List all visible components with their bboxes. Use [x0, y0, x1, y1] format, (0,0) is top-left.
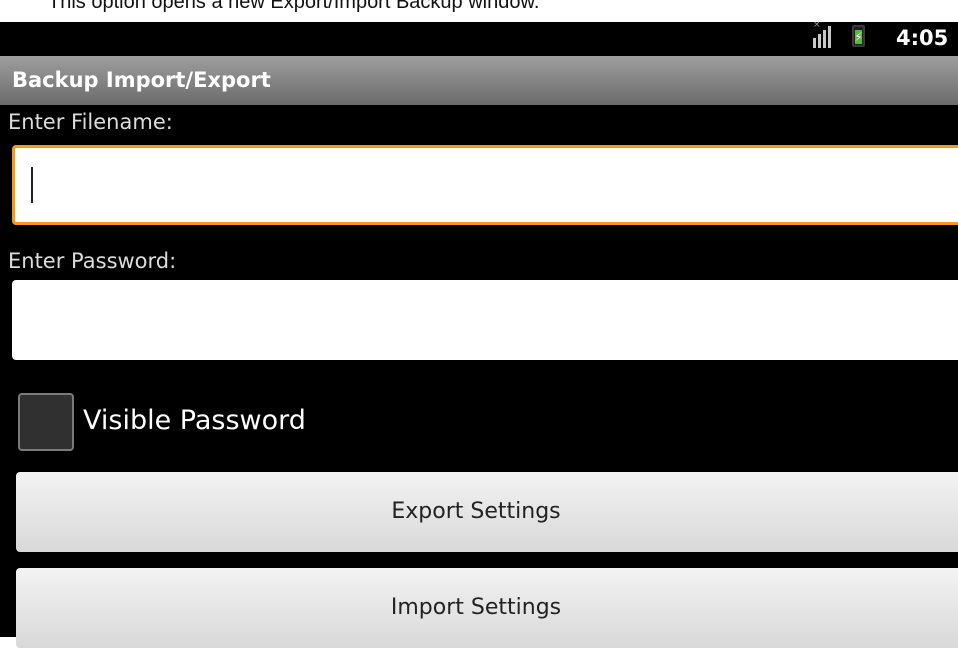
- title-bar: Backup Import/Export: [0, 56, 958, 105]
- import-settings-button[interactable]: Import Settings: [16, 568, 958, 648]
- caption-label: This option opens a new Export/Import Ba…: [48, 0, 540, 13]
- password-label: Enter Password:: [8, 249, 177, 273]
- status-clock: 4:05: [896, 26, 949, 50]
- password-field[interactable]: [12, 280, 958, 360]
- filename-label: Enter Filename:: [8, 110, 173, 134]
- caption-text: This option opens a new Export/Import Ba…: [0, 0, 958, 22]
- status-bar: × ⚡ 4:05: [0, 20, 958, 54]
- text-caret: [31, 167, 33, 203]
- filename-field[interactable]: [12, 145, 958, 225]
- password-input[interactable]: [12, 280, 958, 360]
- signal-icon: ×: [813, 20, 835, 48]
- page-title: Backup Import/Export: [12, 68, 271, 92]
- battery-charging-icon: ⚡: [852, 25, 865, 47]
- phone-screen: × ⚡ 4:05 Backup Import/Export Enter File…: [0, 20, 958, 648]
- export-settings-button[interactable]: Export Settings: [16, 472, 958, 552]
- filename-input[interactable]: [15, 148, 958, 222]
- visible-password-checkbox[interactable]: [18, 393, 74, 451]
- visible-password-label[interactable]: Visible Password: [83, 401, 306, 441]
